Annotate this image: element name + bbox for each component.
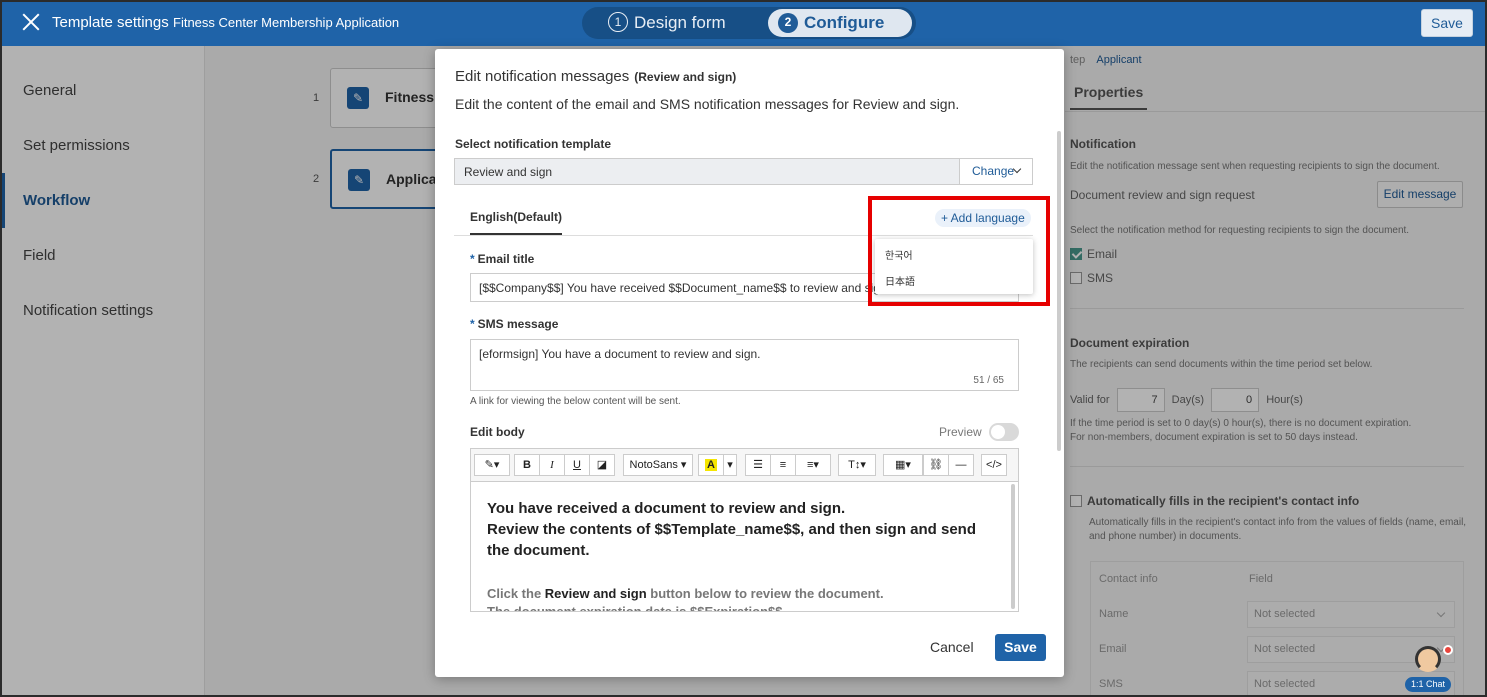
avatar (1415, 646, 1441, 672)
body-heading: You have received a document to review a… (487, 498, 997, 561)
step-number: 2 (778, 13, 798, 33)
preview-label: Preview (939, 425, 982, 439)
body-line: Review the contents of $$Template_name$$… (487, 521, 977, 559)
chat-label: 1:1 Chat (1405, 677, 1451, 692)
underline-icon[interactable]: U (564, 454, 590, 476)
table-icon[interactable]: ▦▾ (883, 454, 923, 476)
step-label: Design form (634, 13, 726, 32)
body-instruction: Click the Review and sign button below t… (487, 586, 884, 601)
app-frame: Template settings Fitness Center Members… (0, 0, 1487, 697)
dialog-description: Edit the content of the email and SMS no… (455, 96, 960, 112)
body-button-name: Review and sign (544, 586, 647, 601)
step-configure[interactable]: 2 Configure (768, 9, 912, 37)
change-template-button[interactable]: Change (959, 159, 1032, 184)
body-expiration-line: The document expiration date is $$Expira… (487, 604, 783, 612)
sms-message-textarea[interactable]: [eformsign] You have a document to revie… (470, 339, 1019, 391)
template-select-value: Review and sign (464, 165, 553, 179)
eraser-icon[interactable]: ◪ (589, 454, 615, 476)
font-family-value: NotoSans (629, 459, 678, 471)
save-button[interactable]: Save (995, 634, 1046, 661)
sms-message-value: [eformsign] You have a document to revie… (479, 347, 761, 361)
tab-english-default[interactable]: English(Default) (470, 210, 562, 235)
editor-scrollbar[interactable] (1011, 484, 1015, 609)
template-select-label: Select notification template (455, 137, 612, 151)
sms-link-hint: A link for viewing the below content wil… (470, 396, 681, 407)
edit-body-label: Edit body (470, 425, 525, 439)
top-bar: Template settings Fitness Center Members… (2, 2, 1485, 46)
dialog-scrollbar[interactable] (1057, 131, 1061, 451)
sms-char-counter: 51 / 65 (973, 375, 1004, 386)
font-family-select[interactable]: NotoSans ▾ (623, 454, 693, 476)
cancel-button[interactable]: Cancel (930, 639, 974, 655)
dialog-title-suffix: (Review and sign) (634, 70, 737, 84)
editor-toolbar: ✎▾ B I U ◪ NotoSans ▾ A ▾ ☰ ≡ ≡▾ T↕▾ ▦▾ … (470, 448, 1019, 482)
code-view-icon[interactable]: </> (981, 454, 1007, 476)
top-save-button[interactable]: Save (1421, 9, 1473, 37)
text-color-icon[interactable]: A (698, 454, 724, 476)
body-text: button below to review the document. (646, 586, 884, 601)
align-icon[interactable]: ≡▾ (795, 454, 831, 476)
step-design-form[interactable]: 1 Design form (598, 9, 758, 37)
email-title-label-text: Email title (477, 252, 535, 266)
bullet-list-icon[interactable]: ☰ (745, 454, 771, 476)
chat-widget[interactable]: 1:1 Chat (1405, 642, 1455, 694)
bold-icon[interactable]: B (514, 454, 540, 476)
change-label: Change (972, 164, 1015, 178)
highlight-box (868, 196, 1050, 306)
body-text: Click the (487, 586, 545, 601)
email-title-label: * Email title (470, 252, 535, 266)
sms-message-label: * SMS message (470, 317, 559, 331)
sms-message-label-text: SMS message (477, 317, 559, 331)
magic-wand-icon[interactable]: ✎▾ (474, 454, 510, 476)
body-editor[interactable]: You have received a document to review a… (470, 482, 1019, 612)
line-height-icon[interactable]: T↕▾ (838, 454, 876, 476)
body-line: You have received a document to review a… (487, 500, 846, 517)
step-label: Configure (804, 13, 885, 32)
step-switcher: 1 Design form 2 Configure (582, 7, 916, 39)
horizontal-rule-icon[interactable]: — (948, 454, 974, 476)
chevron-down-icon[interactable]: ▾ (723, 454, 737, 476)
dialog-title-text: Edit notification messages (455, 68, 630, 85)
italic-icon[interactable]: I (539, 454, 565, 476)
notification-dot (1443, 645, 1453, 655)
preview-toggle[interactable] (989, 423, 1019, 441)
link-icon[interactable]: ⛓ (923, 454, 949, 476)
close-icon[interactable] (20, 11, 42, 33)
dialog-title: Edit notification messages (Review and si… (455, 68, 736, 85)
app-title: Template settings (52, 14, 169, 31)
template-select: Review and sign Change (454, 158, 1033, 185)
numbered-list-icon[interactable]: ≡ (770, 454, 796, 476)
edit-notification-dialog: Edit notification messages (Review and si… (435, 49, 1064, 677)
step-number: 1 (608, 12, 628, 32)
template-name: Fitness Center Membership Application (173, 15, 400, 30)
